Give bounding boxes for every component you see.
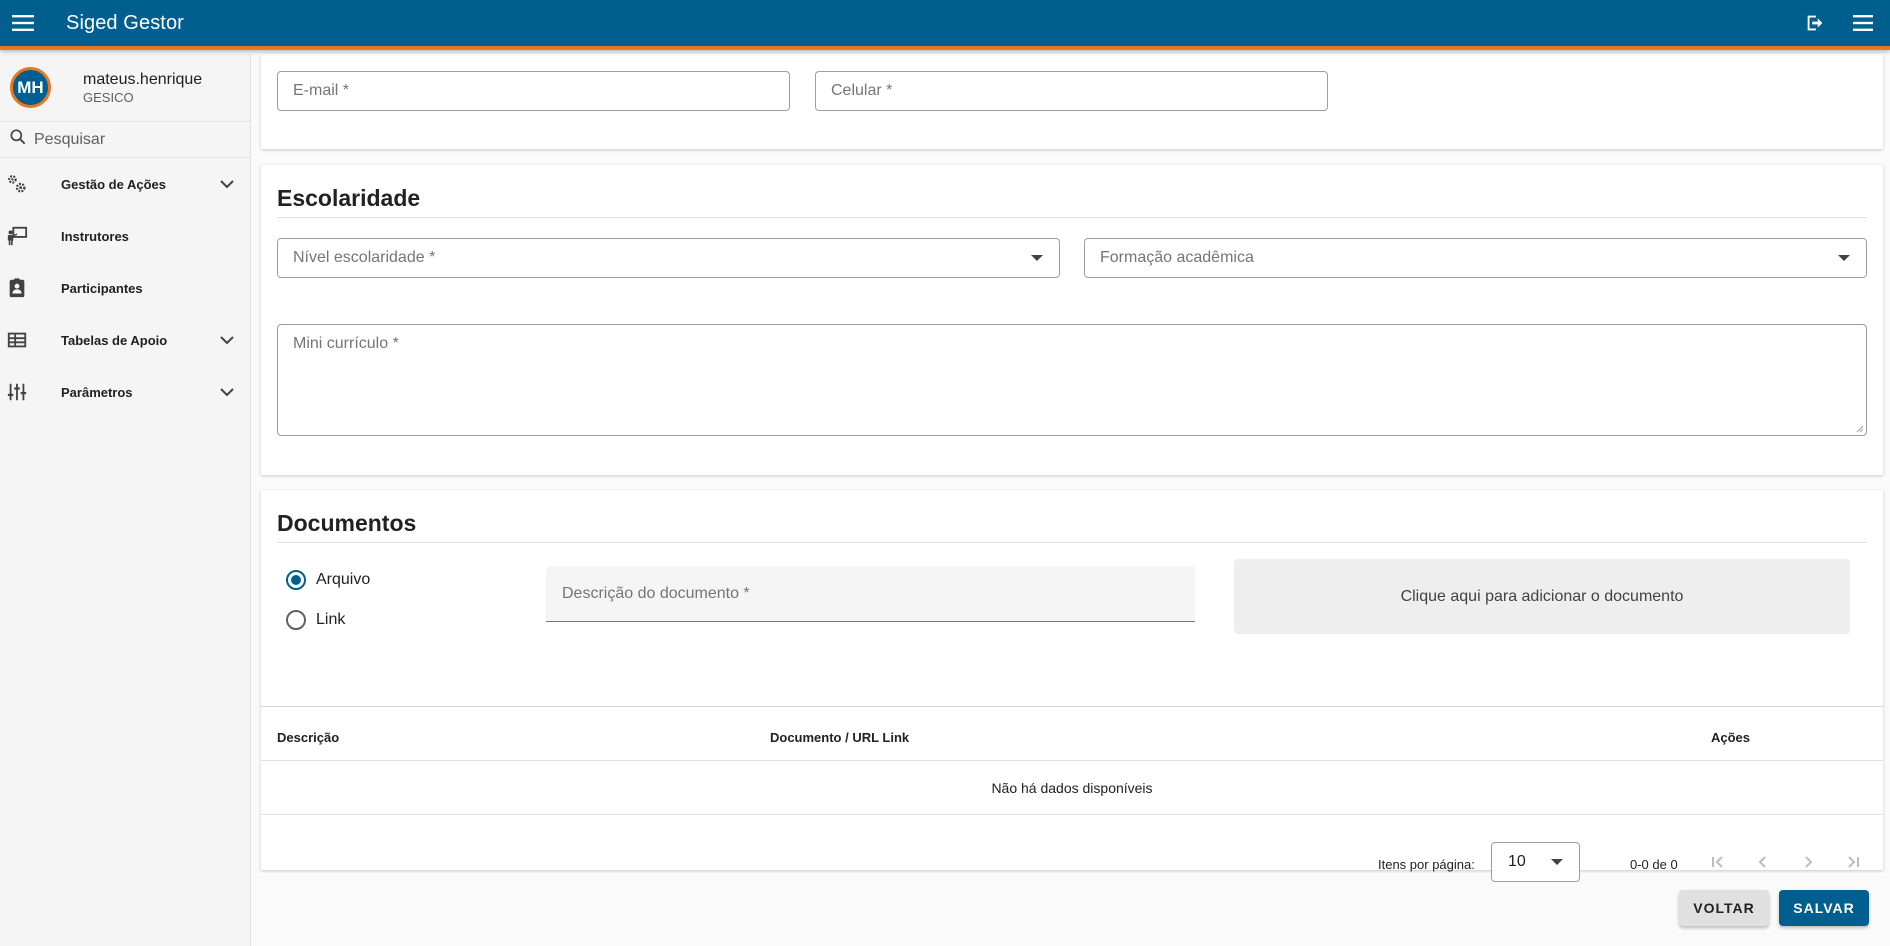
chevron-down-icon (218, 175, 236, 193)
sidebar: MH mateus.henrique GESICO Pesquisar Gest… (0, 54, 251, 946)
chevron-down-icon (218, 331, 236, 349)
logout-icon[interactable] (1802, 10, 1828, 36)
tune-icon (6, 381, 28, 403)
user-name: mateus.henrique (83, 70, 203, 88)
column-header-acoes: Ações (1711, 730, 1751, 745)
avatar: MH (10, 67, 51, 108)
email-field[interactable]: E-mail * (277, 71, 790, 111)
education-level-label: Nível escolaridade * (293, 249, 436, 266)
previous-page-icon[interactable] (1751, 850, 1775, 874)
sidebar-item-label: Participantes (61, 280, 143, 296)
sidebar-item-tabelas-apoio[interactable]: Tabelas de Apoio (0, 314, 250, 366)
sidebar-search[interactable]: Pesquisar (0, 122, 250, 158)
education-level-select[interactable]: Nível escolaridade * (277, 238, 1060, 278)
radio-unchecked-icon[interactable] (286, 610, 306, 630)
instructor-icon (6, 225, 28, 247)
column-header-documento: Documento / URL Link (770, 730, 910, 745)
divider (261, 760, 1883, 761)
dropdown-arrow-icon (1551, 859, 1563, 865)
back-button[interactable]: VOLTAR (1679, 890, 1769, 926)
sidebar-item-participantes[interactable]: Participantes (0, 262, 250, 314)
next-page-icon[interactable] (1796, 850, 1820, 874)
last-page-icon[interactable] (1841, 850, 1865, 874)
radio-checked-icon[interactable] (286, 570, 306, 590)
phone-field[interactable]: Celular * (815, 71, 1328, 111)
sidebar-item-label: Instrutores (61, 228, 129, 244)
sidebar-item-parametros[interactable]: Parâmetros (0, 366, 250, 418)
sidebar-item-label: Parâmetros (61, 384, 133, 400)
search-input[interactable]: Pesquisar (34, 131, 105, 149)
contact-card: E-mail * Celular * (261, 54, 1883, 149)
document-description-field[interactable]: Descrição do documento * (546, 566, 1195, 622)
radio-arquivo-label: Arquivo (316, 571, 371, 588)
table-icon (6, 329, 28, 351)
more-menu-icon[interactable] (1850, 10, 1876, 36)
page-range: 0-0 de 0 (1630, 857, 1678, 872)
page-size-value: 10 (1508, 853, 1526, 870)
chevron-down-icon (218, 383, 236, 401)
sidebar-item-instrutores[interactable]: Instrutores (0, 210, 250, 262)
user-org: GESICO (83, 89, 134, 105)
gears-icon (6, 173, 28, 195)
divider (261, 706, 1883, 707)
academic-degree-label: Formação acadêmica (1100, 249, 1254, 266)
dropdown-arrow-icon (1838, 255, 1850, 261)
resume-textarea[interactable]: Mini currículo * (277, 324, 1867, 436)
items-per-page-label: Itens por página: (1378, 857, 1475, 872)
education-title: Escolaridade (277, 185, 421, 211)
sidebar-item-gestao-acoes[interactable]: Gestão de Ações (0, 158, 250, 210)
app-title: Siged Gestor (66, 11, 184, 34)
page-size-select[interactable]: 10 (1491, 842, 1580, 882)
user-panel: MH mateus.henrique GESICO (0, 54, 250, 122)
divider (261, 814, 1883, 815)
resume-label: Mini currículo * (293, 335, 399, 352)
top-app-bar: Siged Gestor (0, 0, 1890, 50)
documents-card: Documentos Arquivo Link Descrição do doc… (261, 490, 1883, 882)
resize-handle-icon[interactable] (1856, 425, 1864, 433)
sidebar-item-label: Gestão de Ações (61, 176, 167, 192)
sidebar-item-label: Tabelas de Apoio (61, 332, 168, 348)
first-page-icon[interactable] (1706, 850, 1730, 874)
clipboard-user-icon (6, 277, 28, 299)
radio-link-label: Link (316, 611, 346, 628)
academic-degree-select[interactable]: Formação acadêmica (1084, 238, 1867, 278)
education-card: Escolaridade Nível escolaridade * Formaç… (261, 165, 1883, 475)
column-header-descricao: Descrição (277, 730, 340, 745)
table-empty-message: Não há dados disponíveis (991, 780, 1153, 796)
main-content: E-mail * Celular * Escolaridade Nível es… (251, 54, 1890, 946)
divider (277, 542, 1867, 543)
upload-document-area[interactable]: Clique aqui para adicionar o documento (1234, 559, 1850, 634)
save-button[interactable]: SALVAR (1779, 890, 1869, 926)
radio-arquivo[interactable]: Arquivo (286, 570, 370, 590)
divider (277, 217, 1867, 218)
dropdown-arrow-icon (1031, 255, 1043, 261)
search-icon (8, 127, 28, 152)
documents-title: Documentos (277, 510, 417, 536)
radio-link[interactable]: Link (286, 610, 345, 630)
menu-icon[interactable] (11, 11, 35, 35)
